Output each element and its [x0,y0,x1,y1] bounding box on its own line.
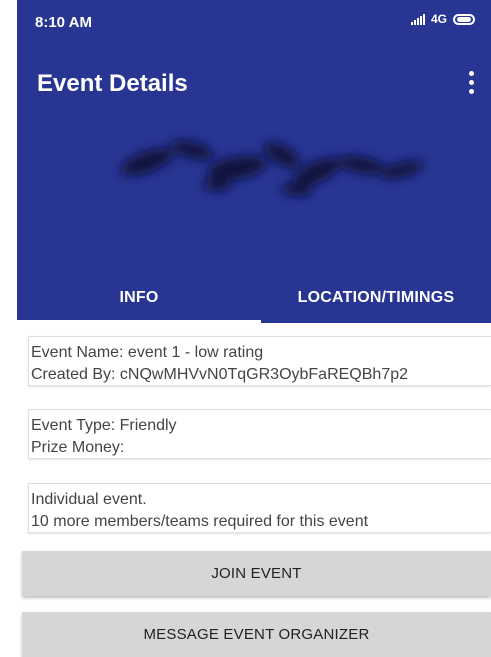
event-participation-card: Individual event. 10 more members/teams … [28,483,491,533]
event-type-text: Event Type: Friendly [31,417,177,434]
prize-money-text: Prize Money: [31,439,125,456]
message-organizer-button[interactable]: MESSAGE EVENT ORGANIZER [22,612,491,657]
event-name-card: Event Name: event 1 - low rating Created… [28,336,491,386]
status-time: 8:10 AM [35,14,92,31]
tab-location-timings[interactable]: LOCATION/TIMINGS [261,272,491,323]
tab-info[interactable]: INFO [17,272,261,323]
event-banner-image [120,140,424,196]
event-type-card: Event Type: Friendly Prize Money: [28,409,491,459]
status-icons: 4G [410,12,475,26]
status-bar: 8:10 AM 4G [17,0,491,55]
network-type: 4G [430,12,447,26]
app-header: 8:10 AM 4G Event Details INFO LOCATION/T… [17,0,491,323]
tab-location-timings-label: LOCATION/TIMINGS [297,288,455,306]
more-vert-icon[interactable] [459,66,483,98]
tab-selected-indicator [17,320,261,323]
tab-info-label: INFO [119,288,159,306]
battery-icon [453,13,475,25]
participation-type-text: Individual event. [31,491,147,508]
join-event-button[interactable]: JOIN EVENT [22,551,491,596]
members-required-text: 10 more members/teams required for this … [31,513,369,530]
event-name-text: Event Name: event 1 - low rating [31,344,264,361]
created-by-text: Created By: cNQwMHVvN0TqGR3OybFaREQBh7p2 [31,366,409,383]
page-title: Event Details [37,70,188,97]
signal-icon [410,13,425,25]
